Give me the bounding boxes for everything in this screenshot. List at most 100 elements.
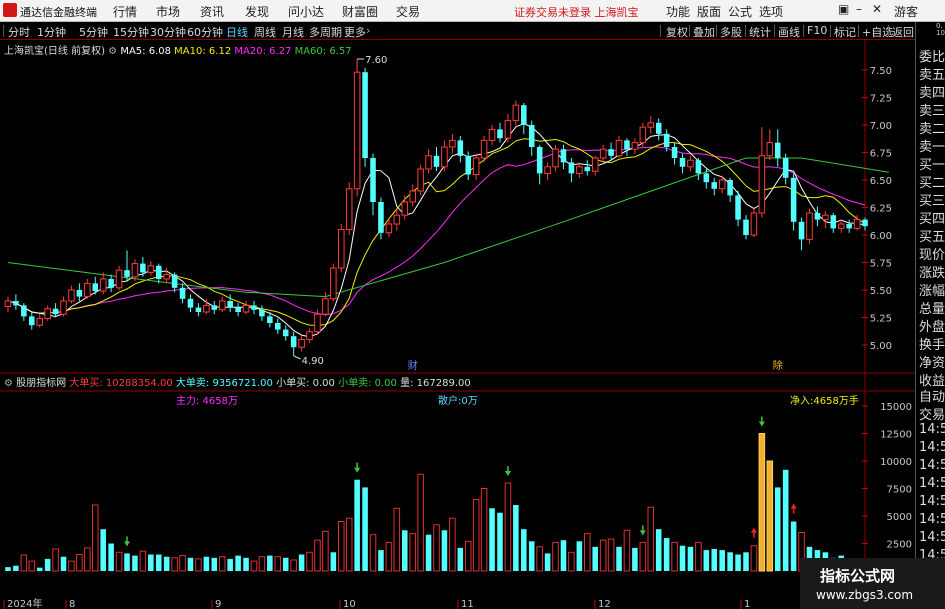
candle-body bbox=[195, 307, 202, 312]
candle-body bbox=[703, 173, 710, 183]
flow-bar bbox=[258, 556, 266, 572]
toolbar-statistics[interactable]: 统计 bbox=[749, 24, 771, 40]
legend-ma20: MA20: 6.27 bbox=[234, 46, 292, 57]
period-monthly[interactable]: 月线 bbox=[282, 24, 304, 40]
y-tick-label: 6.50 bbox=[870, 176, 892, 187]
flow-bar bbox=[727, 552, 733, 571]
candle-body bbox=[44, 308, 51, 320]
flow-bar bbox=[743, 552, 749, 571]
flow-bar bbox=[52, 548, 59, 572]
candle-body bbox=[322, 298, 329, 315]
menu-item-wealth-circle[interactable]: 财富圈 bbox=[342, 3, 378, 20]
flow-bar bbox=[774, 487, 781, 571]
flow-bar bbox=[378, 550, 384, 571]
side-label: 现价 bbox=[919, 248, 945, 263]
flow-bar bbox=[616, 546, 622, 571]
flow-bar bbox=[13, 565, 19, 571]
small-sell-value: 小单卖: 0.00 bbox=[338, 378, 397, 389]
period-intraday[interactable]: 分时 bbox=[8, 24, 30, 40]
flow-bar bbox=[148, 554, 154, 571]
menu-item-market[interactable]: 市场 bbox=[156, 3, 180, 20]
flow-bar bbox=[568, 551, 575, 572]
candle-body bbox=[76, 290, 83, 297]
candle-body bbox=[163, 274, 170, 280]
minimize-icon[interactable]: – bbox=[856, 2, 862, 16]
side-tick: 14:56 bbox=[919, 440, 945, 455]
restore-icon[interactable]: ▣ bbox=[838, 2, 849, 16]
settings-icon[interactable]: ⚙ bbox=[108, 46, 117, 57]
period-5min[interactable]: 5分钟 bbox=[79, 24, 108, 40]
flow-bar bbox=[489, 508, 495, 571]
toolbar-adjust[interactable]: 复权 bbox=[666, 24, 688, 40]
candle-body bbox=[615, 139, 623, 157]
x-tick-label: 1 bbox=[744, 599, 750, 609]
candle-body bbox=[433, 155, 440, 167]
candle-body bbox=[568, 162, 575, 174]
menu-item-options[interactable]: 选项 bbox=[759, 3, 783, 20]
period-15min[interactable]: 15分钟 bbox=[113, 24, 149, 40]
toolbar-mark[interactable]: 标记 bbox=[834, 24, 856, 40]
indicator-settings-icon[interactable]: ⚙ bbox=[4, 378, 13, 389]
flow-bar bbox=[584, 533, 591, 572]
menu-item-function[interactable]: 功能 bbox=[666, 3, 690, 20]
toolbar-multi-stock[interactable]: 多股 bbox=[720, 24, 742, 40]
period-60min[interactable]: 60分钟 bbox=[187, 24, 223, 40]
close-icon[interactable]: ✕ bbox=[872, 2, 882, 16]
flow-bar bbox=[227, 558, 233, 571]
period-more[interactable]: 更多 bbox=[344, 24, 366, 40]
chart-canvas[interactable]: 7.50 7.25 7.00 6.75 6.50 6.25 6.00 5.75 5.50 5.25… bbox=[0, 40, 915, 609]
period-daily[interactable]: 日线 bbox=[226, 24, 248, 40]
toolbar-draw[interactable]: 画线 bbox=[778, 24, 800, 40]
flow-bar bbox=[599, 539, 607, 572]
candle-body bbox=[393, 214, 401, 225]
candle-body bbox=[735, 195, 741, 220]
y-tick-label: 7.25 bbox=[870, 94, 892, 105]
menu-item-quotes[interactable]: 行情 bbox=[113, 3, 137, 20]
login-warning[interactable]: 证券交易未登录 上海凯宝 bbox=[514, 4, 639, 20]
candle-body bbox=[242, 304, 250, 313]
candle-body bbox=[584, 166, 591, 172]
flow-bar bbox=[497, 512, 503, 571]
menu-item-discover[interactable]: 发现 bbox=[245, 3, 269, 20]
candle-body bbox=[290, 336, 297, 348]
period-multi[interactable]: 多周期 bbox=[309, 24, 342, 40]
flow-bar bbox=[306, 551, 313, 572]
menu-item-layout[interactable]: 版面 bbox=[697, 3, 721, 20]
flow-bar bbox=[91, 504, 99, 572]
toolbar-overlay[interactable]: 叠加 bbox=[693, 24, 715, 40]
menu-item-trade[interactable]: 交易 bbox=[396, 3, 420, 20]
menu-item-formula[interactable]: 公式 bbox=[728, 3, 752, 20]
flow-bar bbox=[36, 567, 43, 571]
period-1min[interactable]: 1分钟 bbox=[37, 24, 66, 40]
flow-bar bbox=[322, 530, 329, 572]
candle-body bbox=[790, 177, 797, 222]
candle-body bbox=[4, 300, 12, 307]
toolbar-f10[interactable]: F10 bbox=[807, 24, 827, 37]
candle-body bbox=[147, 265, 155, 273]
candle-body bbox=[853, 219, 861, 229]
candle-body bbox=[727, 180, 733, 196]
candle-body bbox=[259, 309, 265, 317]
candle-body bbox=[251, 305, 257, 310]
menu-item-news[interactable]: 资讯 bbox=[200, 3, 224, 20]
guest-button[interactable]: 游客 bbox=[894, 3, 918, 20]
flow-bar bbox=[703, 550, 710, 571]
app-logo-icon bbox=[3, 3, 17, 17]
x-tick-label: 12 bbox=[598, 599, 611, 609]
candle-body bbox=[155, 265, 162, 279]
toolbar-back[interactable]: 返回 bbox=[892, 24, 914, 40]
flow-bar bbox=[679, 545, 686, 571]
period-weekly[interactable]: 周线 bbox=[254, 24, 276, 40]
menu-item-wenxiaoda[interactable]: 问小达 bbox=[288, 3, 324, 20]
candle-body bbox=[560, 149, 567, 163]
flow-bar bbox=[536, 546, 543, 572]
period-30min[interactable]: 30分钟 bbox=[150, 24, 186, 40]
flow-bar bbox=[671, 541, 678, 572]
flow-bar bbox=[115, 551, 123, 572]
candle-body bbox=[218, 300, 226, 311]
flow-bar bbox=[5, 567, 11, 571]
chevron-right-icon[interactable]: › bbox=[366, 24, 370, 37]
candle-body bbox=[798, 221, 805, 240]
candle-body bbox=[497, 129, 503, 139]
candle-body bbox=[552, 148, 559, 168]
